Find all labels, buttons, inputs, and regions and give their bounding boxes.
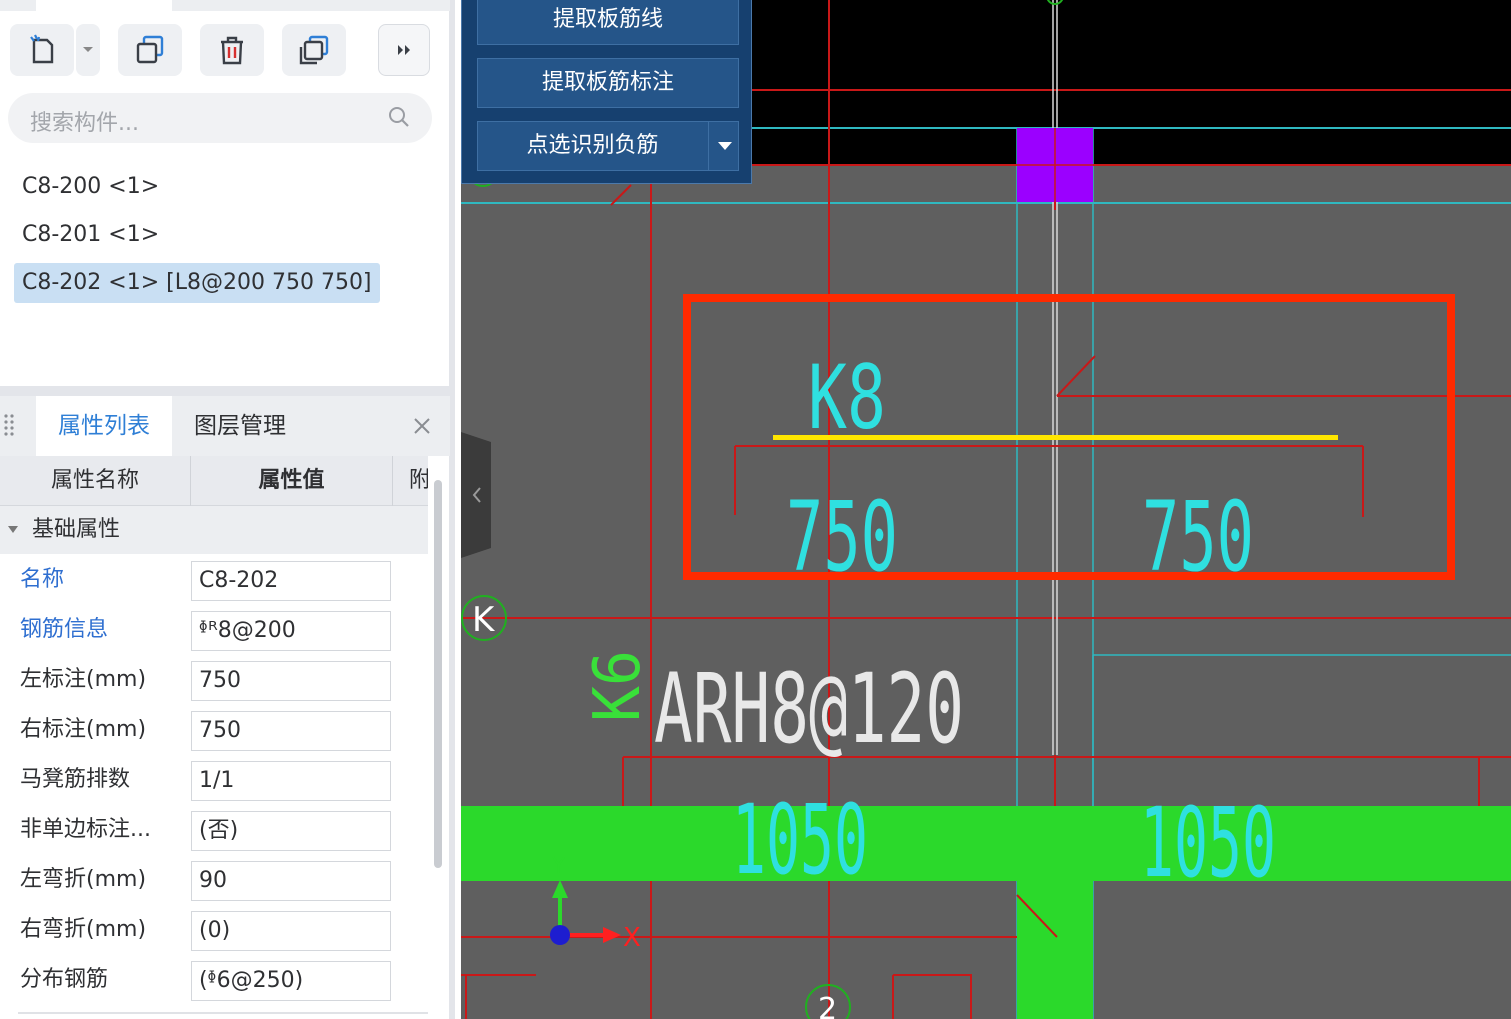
property-value-field[interactable]: 1/1	[191, 761, 391, 801]
recognition-command-panel: 提取板筋线 提取板筋标注 点选识别负筋	[461, 0, 752, 184]
property-scrollbar[interactable]	[434, 480, 442, 868]
green-beam-band	[1017, 881, 1093, 1019]
pick-identify-dropdown-button[interactable]	[708, 122, 739, 170]
active-top-tab[interactable]	[36, 0, 172, 11]
component-item-c8-200[interactable]: C8-200 <1>	[14, 167, 167, 207]
tab-layer-management[interactable]: 图层管理	[174, 396, 306, 456]
property-value-field[interactable]: C8-202	[191, 561, 391, 601]
chevron-down-icon	[718, 142, 732, 150]
component-panel: 搜索构件... C8-200 <1> C8-201 <1> C8-202 <1>…	[0, 0, 455, 1019]
new-dropdown-button[interactable]	[76, 24, 100, 76]
property-value-field[interactable]: ᶲᴿ8@200	[191, 611, 391, 651]
delete-button[interactable]	[200, 24, 264, 76]
dimension-left-1050: 1050	[732, 784, 868, 896]
ucs-y-label: Y	[551, 854, 566, 879]
property-name: 左标注(mm)	[20, 667, 147, 692]
pick-identify-negative-rebar-button[interactable]: 点选识别负筋	[478, 122, 707, 170]
axis-label-2: 2	[818, 992, 837, 1019]
search-placeholder: 搜索构件...	[30, 111, 139, 136]
panel-collapse-handle[interactable]	[461, 432, 493, 558]
column-header-property-name: 属性名称	[0, 456, 191, 506]
top-tab-strip	[0, 0, 450, 11]
ucs-x-label: X	[623, 923, 641, 953]
property-value-field[interactable]: (否)	[191, 811, 391, 851]
new-file-icon	[30, 34, 54, 64]
group-label: 基础属性	[32, 517, 121, 542]
property-name: 右标注(mm)	[20, 717, 147, 742]
copy-button[interactable]	[118, 24, 182, 76]
property-value-field[interactable]: 750	[191, 661, 391, 701]
divider	[18, 1012, 428, 1014]
property-name: 非单边标注...	[20, 817, 151, 842]
property-name: 右弯折(mm)	[20, 917, 147, 942]
property-value-field[interactable]: 90	[191, 861, 391, 901]
property-row-name: 名称 C8-202	[0, 555, 428, 605]
layers-copy-icon	[299, 35, 329, 65]
property-row-left-bend: 左弯折(mm) 90	[0, 855, 428, 905]
tab-property-list[interactable]: 属性列表	[36, 396, 172, 456]
property-row-right-bend: 右弯折(mm) (0)	[0, 905, 428, 955]
component-item-c8-201[interactable]: C8-201 <1>	[14, 215, 167, 255]
slab-rebar-note: ARH8@120	[654, 653, 964, 765]
rebar-label-k8: K8	[808, 346, 886, 449]
property-row-rebar-info: 钢筋信息 ᶲᴿ8@200	[0, 605, 428, 655]
copy-icon	[136, 35, 164, 64]
property-row-chair-rows: 马凳筋排数 1/1	[0, 755, 428, 805]
drag-grip-icon[interactable]	[3, 413, 15, 437]
search-input[interactable]: 搜索构件...	[8, 93, 432, 143]
new-component-button[interactable]	[10, 24, 74, 76]
extract-rebar-lines-button[interactable]: 提取板筋线	[477, 0, 739, 45]
chevron-down-icon	[83, 47, 93, 52]
dimension-right-1050: 1050	[1140, 787, 1276, 899]
property-row-left-dim: 左标注(mm) 750	[0, 655, 428, 705]
model-space-background	[828, 0, 1511, 166]
property-tab-bar: 属性列表 图层管理	[0, 396, 450, 456]
panel-divider[interactable]	[0, 386, 452, 396]
green-beam-band	[461, 806, 1511, 881]
close-icon[interactable]	[410, 414, 434, 438]
column-header-property-value: 属性值	[191, 456, 393, 506]
property-group-basic[interactable]: 基础属性	[0, 506, 428, 554]
axis-label-k: K	[472, 600, 496, 640]
property-value-field[interactable]: (ᶲ6@250)	[191, 961, 391, 1001]
property-row-non-single-side: 非单边标注... (否)	[0, 805, 428, 855]
collapse-caret-icon[interactable]	[8, 526, 18, 533]
property-name: 马凳筋排数	[20, 767, 131, 792]
property-value-field[interactable]: (0)	[191, 911, 391, 951]
trash-icon	[221, 36, 243, 65]
double-chevron-right-icon	[398, 45, 410, 55]
property-row-right-dim: 右标注(mm) 750	[0, 705, 428, 755]
rebar-label-k6: K6	[581, 650, 655, 722]
property-value-field[interactable]: 750	[191, 711, 391, 751]
property-table-header: 属性名称 属性值 附	[0, 456, 428, 506]
property-row-distribution-rebar: 分布钢筋 (ᶲ6@250)	[0, 955, 428, 1005]
component-item-c8-202[interactable]: C8-202 <1> [L8@200 750 750]	[14, 263, 380, 303]
property-name: 分布钢筋	[20, 967, 109, 992]
column-header-attachment: 附	[409, 468, 428, 493]
expand-button[interactable]	[378, 24, 430, 76]
slab-region	[461, 166, 1511, 1019]
search-icon[interactable]	[388, 106, 410, 128]
property-name: 钢筋信息	[20, 617, 109, 642]
copy-to-floor-button[interactable]	[282, 24, 346, 76]
pick-identify-negative-rebar-split-button: 点选识别负筋	[477, 121, 739, 171]
extract-rebar-annotations-button[interactable]: 提取板筋标注	[477, 58, 739, 108]
property-name: 左弯折(mm)	[20, 867, 147, 892]
property-name: 名称	[20, 567, 65, 592]
